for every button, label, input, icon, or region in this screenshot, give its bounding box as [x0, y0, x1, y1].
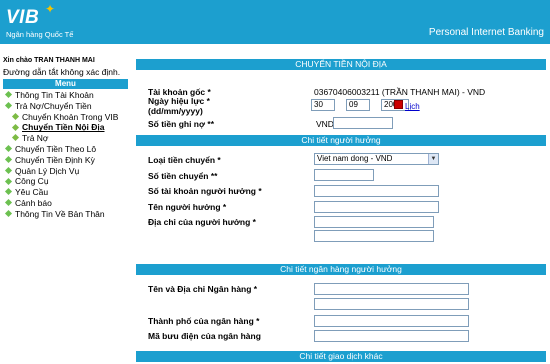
debit-amount-label: Số tiền ghi nợ ** [148, 119, 215, 129]
bullet-icon [4, 155, 13, 164]
menu-item-label: Chuyển Tiền Định Kỳ [15, 154, 95, 165]
beneficiary-name-label: Tên người hưởng * [148, 202, 227, 212]
page-title: CHUYỂN TIỀN NỘI ĐỊA [136, 59, 546, 70]
bullet-icon [4, 91, 13, 99]
menu-title: Menu [3, 79, 128, 89]
menu-item-label: Công Cụ [15, 176, 49, 187]
beneficiary-section-header: Chi tiết người hưởng [136, 135, 546, 146]
vib-logo[interactable]: VIB ✦ Ngân hàng Quốc Tế [0, 0, 120, 44]
debit-amount-input[interactable] [333, 117, 393, 129]
bullet-icon [11, 112, 20, 120]
bullet-icon [4, 102, 13, 110]
menu-item-requests[interactable]: Yêu Cầu [0, 187, 131, 198]
bullet-icon [4, 166, 13, 174]
menu-item-label: Thông Tin Tài Khoản [15, 90, 94, 100]
bank-name-label: Tên và Địa chỉ Ngân hàng * [148, 284, 258, 294]
beneficiary-address-input-1[interactable] [314, 216, 434, 228]
menu-item-domestic-transfer[interactable]: Chuyển Tiền Nội Địa [0, 122, 131, 133]
effective-date-label: Ngày hiệu lực * [148, 96, 210, 106]
menu-item-label: Cảnh báo [15, 197, 52, 208]
beneficiary-name-input[interactable] [314, 201, 439, 213]
logo-text: VIB [6, 7, 40, 28]
logo-star-icon: ✦ [45, 2, 56, 16]
header-title: Personal Internet Banking [428, 27, 544, 38]
bank-postal-label: Mã bưu điện của ngân hàng [148, 331, 261, 341]
calendar-icon[interactable] [394, 100, 403, 109]
source-account-value: 03670406003211 (TRẦN THANH MAI) - VND [314, 87, 486, 97]
shortcut-note: Đường dẫn tắt không xác định. [3, 67, 121, 77]
menu-item-label: Chuyển Tiền Theo Lô [15, 143, 97, 154]
beneficiary-address-label: Địa chỉ của người hưởng * [148, 217, 256, 227]
menu-item-payment-transfer[interactable]: Trả Nợ/Chuyển Tiền [0, 101, 131, 112]
bank-section-header: Chi tiết ngân hàng người hưởng [136, 264, 546, 275]
menu-item-repayment[interactable]: Trả Nợ [0, 133, 131, 144]
logo-subtitle: Ngân hàng Quốc Tế [6, 30, 74, 39]
beneficiary-account-label: Số tài khoản người hưởng * [148, 186, 262, 196]
menu-item-alerts[interactable]: Cảnh báo [0, 198, 131, 209]
transfer-type-select[interactable]: Viet nam dong - VND ▼ [314, 153, 439, 165]
menu-list: Thông Tin Tài Khoản Trả Nợ/Chuyển Tiền C… [0, 90, 131, 220]
menu-item-label: Trả Nợ/Chuyển Tiền [15, 100, 92, 111]
bullet-icon [4, 145, 13, 153]
menu-item-internal-transfer[interactable]: Chuyển Khoản Trong VIB [0, 112, 131, 123]
app-header: VIB ✦ Ngân hàng Quốc Tế Personal Interne… [0, 0, 550, 44]
menu-item-label: Chuyển Khoản Trong VIB [22, 111, 119, 122]
debit-currency: VND [316, 119, 334, 129]
bank-city-input[interactable] [314, 315, 469, 327]
greeting-text: Xin chào TRAN THANH MAI [3, 57, 95, 64]
transfer-amount-input[interactable] [314, 169, 374, 181]
sidebar: Xin chào TRAN THANH MAI Đường dẫn tắt kh… [0, 53, 131, 364]
bank-name-input-1[interactable] [314, 283, 469, 295]
transfer-type-label: Loại tiền chuyển * [148, 155, 221, 165]
menu-item-label: Quản Lý Dịch Vụ [15, 165, 80, 176]
beneficiary-address-input-2[interactable] [314, 230, 434, 242]
menu-item-label: Thông Tin Về Bản Thân [15, 208, 105, 219]
transfer-type-value: Viet nam dong - VND [317, 154, 393, 163]
transfer-amount-label: Số tiền chuyển ** [148, 171, 218, 181]
menu-item-scheduled-transfer[interactable]: Chuyển Tiền Định Kỳ [0, 155, 131, 166]
bank-name-input-2[interactable] [314, 298, 469, 310]
bullet-icon [4, 188, 13, 196]
bank-city-label: Thành phố của ngân hàng * [148, 316, 260, 326]
bullet-icon [11, 134, 20, 142]
bank-postal-input[interactable] [314, 330, 469, 342]
date-format-hint: (dd/mm/yyyy) [148, 106, 203, 116]
other-section-header: Chi tiết giao dịch khác [136, 351, 546, 362]
menu-item-batch-transfer[interactable]: Chuyển Tiền Theo Lô [0, 144, 131, 155]
menu-item-tools[interactable]: Công Cụ [0, 176, 131, 187]
menu-item-label: Trả Nợ [22, 133, 49, 144]
menu-item-service-management[interactable]: Quản Lý Dịch Vụ [0, 166, 131, 177]
bullet-icon [11, 123, 20, 131]
calendar-link[interactable]: Lịch [405, 102, 420, 111]
bullet-icon [4, 209, 13, 218]
transfer-form: CHUYỂN TIỀN NỘI ĐỊA Tài khoản gốc * 0367… [136, 53, 546, 364]
date-month-input[interactable]: 09 [346, 99, 370, 111]
chevron-down-icon[interactable]: ▼ [428, 154, 438, 164]
beneficiary-account-input[interactable] [314, 185, 439, 197]
date-day-input[interactable]: 30 [311, 99, 335, 111]
menu-item-account-info[interactable]: Thông Tin Tài Khoản [0, 90, 131, 101]
bullet-icon [4, 177, 13, 185]
bullet-icon [4, 199, 13, 207]
menu-item-personal-info[interactable]: Thông Tin Về Bản Thân [0, 209, 131, 220]
menu-item-label: Chuyển Tiền Nội Địa [22, 122, 105, 133]
menu-item-label: Yêu Cầu [15, 187, 49, 198]
